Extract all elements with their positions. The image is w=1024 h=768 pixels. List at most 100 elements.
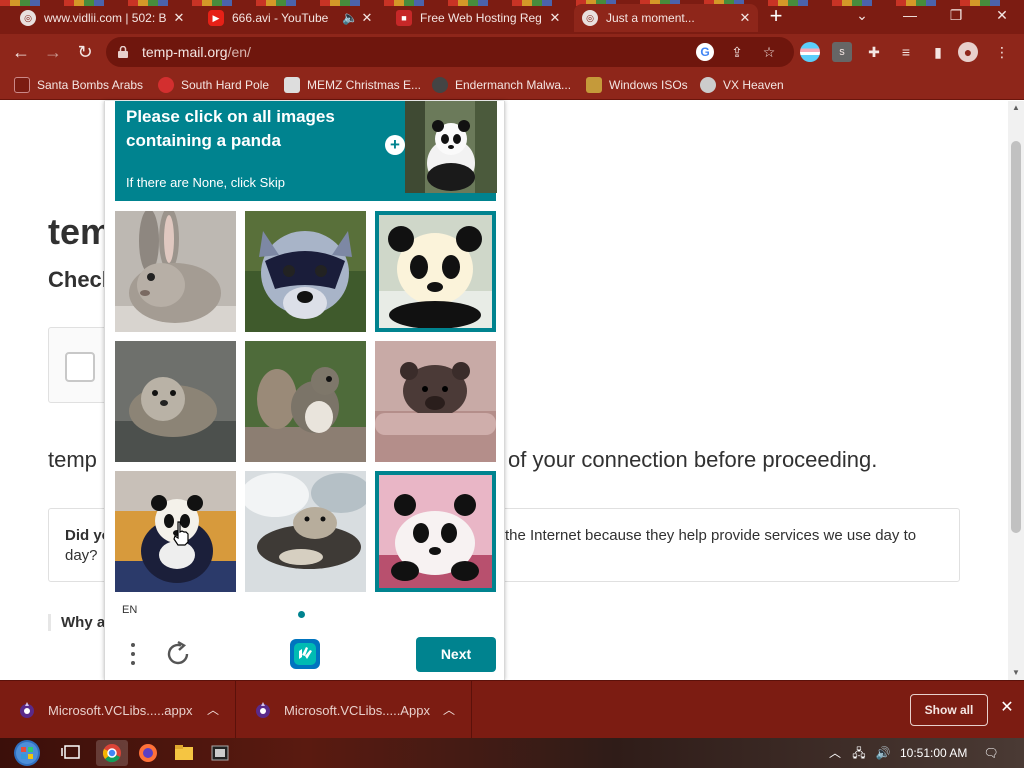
mute-icon[interactable]: 🔈 [342,11,358,25]
tab-strip: ◎ www.vidlii.com | 502: B ✕ ▶ 666.avi - … [0,0,1024,34]
download-item[interactable]: Microsoft.VCLibs.....Appx ︿ [236,681,472,739]
kebab-menu-icon[interactable]: ⋮ [992,42,1012,62]
chevron-up-icon[interactable]: ︿ [206,701,220,717]
scroll-up-icon[interactable]: ▲ [1008,101,1024,115]
bookmark-windows-isos[interactable]: Windows ISOs [586,76,688,94]
extensions-puzzle-icon[interactable]: ✚ [864,42,884,62]
more-options-icon[interactable] [123,639,143,669]
share-icon[interactable]: ⇪ [728,43,746,61]
restore-icon[interactable]: ❐ [934,0,978,30]
verify-checkbox[interactable] [65,352,95,382]
example-panda-image[interactable] [405,101,497,193]
tab-vidlii[interactable]: ◎ www.vidlii.com | 502: B ✕ [12,4,192,32]
appx-package-icon [256,702,270,718]
video-app-icon[interactable] [204,740,236,766]
tile-bear[interactable] [375,341,496,462]
scroll-down-icon[interactable]: ▼ [1008,666,1024,680]
tab-just-a-moment[interactable]: ◎ Just a moment... ✕ [574,4,758,32]
task-view-icon[interactable] [56,740,88,766]
bookmark-favicon-icon [158,77,174,93]
taskbar-clock[interactable]: 10:51:00 AM [900,746,967,760]
bookmark-favicon-icon [14,77,30,93]
why-heading: Why a [48,614,105,631]
close-icon[interactable]: ✕ [172,11,186,25]
connection-text-left: temp [48,447,97,472]
tab-title: www.vidlii.com | 502: B [44,11,167,25]
page-indicator-dot [298,611,305,618]
tile-raccoon[interactable] [245,211,366,332]
tile-rabbit[interactable] [115,211,236,332]
bookmarks-bar: Santa Bombs Arabs South Hard Pole MEMZ C… [0,70,1024,100]
hcaptcha-logo-icon[interactable] [288,637,322,671]
chevron-up-icon[interactable]: ︿ [442,701,456,717]
download-filename: Microsoft.VCLibs.....appx [48,703,193,718]
network-icon[interactable]: 🖧 [850,744,868,762]
side-panel-icon[interactable]: ▮ [928,42,948,62]
tab-search-chevron-icon[interactable]: ⌄ [840,0,884,30]
lock-icon[interactable] [118,46,128,58]
new-tab-plus-icon[interactable]: + [764,5,788,29]
bookmark-star-icon[interactable]: ☆ [760,43,778,61]
media-playlist-icon[interactable]: ≡ [896,42,916,62]
tile-panda-selected[interactable] [375,211,496,332]
bookmark-santa-bombs[interactable]: Santa Bombs Arabs [14,76,143,94]
firefox-taskbar-icon[interactable] [132,740,164,766]
close-icon[interactable]: ✕ [738,11,752,25]
tile-otter[interactable] [115,341,236,462]
challenge-prompt: Please click on all images containing a … [115,101,497,201]
bookmark-favicon-icon [284,77,300,93]
show-all-button[interactable]: Show all [910,694,988,726]
volume-icon[interactable]: 🔊 [874,744,892,762]
start-orb-icon[interactable] [8,738,46,768]
profile-flag-icon[interactable] [800,42,820,62]
connection-text-right: of your connection before proceeding. [508,447,878,472]
download-filename: Microsoft.VCLibs.....Appx [284,703,430,718]
tab-free-hosting[interactable]: ■ Free Web Hosting Reg ✕ [388,4,568,32]
account-avatar-icon[interactable]: ● [958,42,978,62]
page-scrollbar[interactable]: ▲ ▼ [1008,101,1024,680]
chrome-taskbar-icon[interactable] [96,740,128,766]
next-button[interactable]: Next [416,637,496,672]
reload-icon[interactable]: ↻ [72,39,98,65]
close-icon[interactable]: ✕ [548,11,562,25]
tab-youtube[interactable]: ▶ 666.avi - YouTube 🔈 ✕ [200,4,380,32]
back-arrow-icon[interactable]: ← [8,39,34,65]
tile-squirrel[interactable] [245,341,366,462]
bookmark-south-hard-pole[interactable]: South Hard Pole [158,76,269,94]
address-bar[interactable]: temp-mail.org/en/ G ⇪ ☆ [106,37,794,67]
tab-title: Free Web Hosting Reg [420,11,542,25]
close-icon[interactable]: ✕ [360,11,374,25]
info-question-end: day? [65,547,98,564]
scrollbar-thumb[interactable] [1011,141,1021,533]
file-explorer-icon[interactable] [168,740,200,766]
forward-arrow-icon[interactable]: → [40,39,66,65]
bookmark-memz-christmas[interactable]: MEMZ Christmas E... [284,76,421,94]
window-close-icon[interactable]: ✕ [980,0,1024,30]
download-item[interactable]: Microsoft.VCLibs.....appx ︿ [0,681,236,739]
prompt-text: Please click on all images containing a … [126,107,335,150]
tray-chevron-up-icon[interactable]: ︿ [826,744,844,762]
url-text[interactable]: temp-mail.org/en/ [142,44,251,60]
google-lens-icon[interactable]: G [696,43,714,61]
bookmark-favicon-icon [586,77,602,93]
bookmark-endermanch[interactable]: Endermanch Malwa... [432,76,571,94]
close-shelf-icon[interactable]: ✕ [998,699,1016,717]
youtube-icon: ▶ [208,10,224,26]
notifications-icon[interactable]: 🗨 [982,744,1000,762]
extension-s-icon[interactable]: s [832,42,852,62]
bookmark-vx-heaven[interactable]: VX Heaven [700,76,784,94]
info-text: the Internet because they help provide s… [505,527,917,544]
expand-plus-icon[interactable]: + [385,135,405,155]
hand-pointer-cursor-icon [173,521,189,546]
language-selector[interactable]: EN [122,604,137,616]
refresh-icon[interactable] [163,639,193,669]
tab-title: Just a moment... [606,11,695,25]
hosting-icon: ■ [396,10,412,26]
tile-panda-pink-selected[interactable] [375,471,496,592]
tile-otter-pillow[interactable] [245,471,366,592]
globe-icon: ◎ [20,10,36,26]
browser-toolbar: ← → ↻ temp-mail.org/en/ G ⇪ ☆ s ✚ ≡ ▮ ● … [0,34,1024,70]
download-shelf: Microsoft.VCLibs.....appx ︿ Microsoft.VC… [0,680,1024,739]
hcaptcha-challenge: Please click on all images containing a … [104,101,505,680]
minimize-icon[interactable]: — [888,0,932,30]
